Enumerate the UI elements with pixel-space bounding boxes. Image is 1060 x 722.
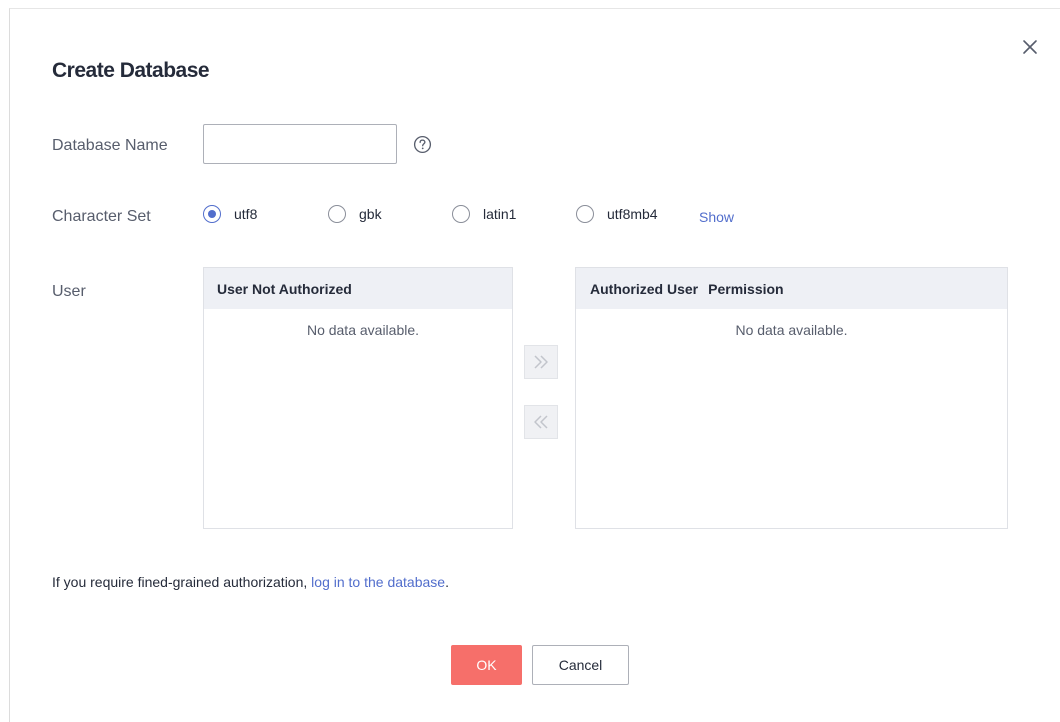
show-charsets-link[interactable]: Show	[699, 209, 734, 225]
database-name-input[interactable]	[203, 124, 397, 164]
question-circle-icon[interactable]	[413, 135, 432, 154]
empty-state-text: No data available.	[306, 322, 420, 338]
dialog-title: Create Database	[52, 59, 210, 82]
radio-utf8[interactable]: utf8	[203, 203, 257, 225]
login-database-link[interactable]: log in to the database	[311, 574, 445, 590]
empty-state-text: No data available.	[735, 322, 848, 338]
authorized-users-panel: Authorized User Permission No data avail…	[575, 267, 1008, 529]
cancel-button[interactable]: Cancel	[532, 645, 629, 685]
authorized-users-header: Authorized User Permission	[576, 268, 1007, 309]
radio-label-gbk: gbk	[359, 206, 382, 222]
radio-label-utf8mb4: utf8mb4	[607, 206, 658, 222]
double-chevron-right-icon	[534, 355, 548, 369]
unauthorized-users-panel: User Not Authorized No data available.	[203, 267, 513, 529]
radio-gbk[interactable]: gbk	[328, 203, 382, 225]
character-set-label: Character Set	[52, 208, 151, 225]
column-header-permission: Permission	[708, 280, 784, 297]
database-name-label: Database Name	[52, 137, 168, 154]
authorization-hint: If you require fined-grained authorizati…	[52, 574, 449, 590]
radio-unchecked-icon	[576, 205, 594, 223]
radio-unchecked-icon	[328, 205, 346, 223]
column-header-authorized-user: Authorized User	[590, 280, 699, 297]
close-icon[interactable]	[1021, 38, 1039, 56]
move-left-button[interactable]	[524, 405, 558, 439]
double-chevron-left-icon	[534, 415, 548, 429]
radio-unchecked-icon	[452, 205, 470, 223]
ok-button[interactable]: OK	[451, 645, 522, 685]
radio-label-latin1: latin1	[483, 206, 517, 222]
unauthorized-users-header: User Not Authorized	[204, 268, 512, 309]
radio-checked-icon	[203, 205, 221, 223]
radio-utf8mb4[interactable]: utf8mb4	[576, 203, 658, 225]
radio-latin1[interactable]: latin1	[452, 203, 516, 225]
hint-text: If you require fined-grained authorizati…	[52, 574, 312, 590]
hint-suffix: .	[445, 574, 449, 590]
move-right-button[interactable]	[524, 345, 558, 379]
radio-label-utf8: utf8	[234, 206, 258, 222]
user-label: User	[52, 283, 86, 300]
column-header-user-not-authorized: User Not Authorized	[217, 280, 352, 297]
